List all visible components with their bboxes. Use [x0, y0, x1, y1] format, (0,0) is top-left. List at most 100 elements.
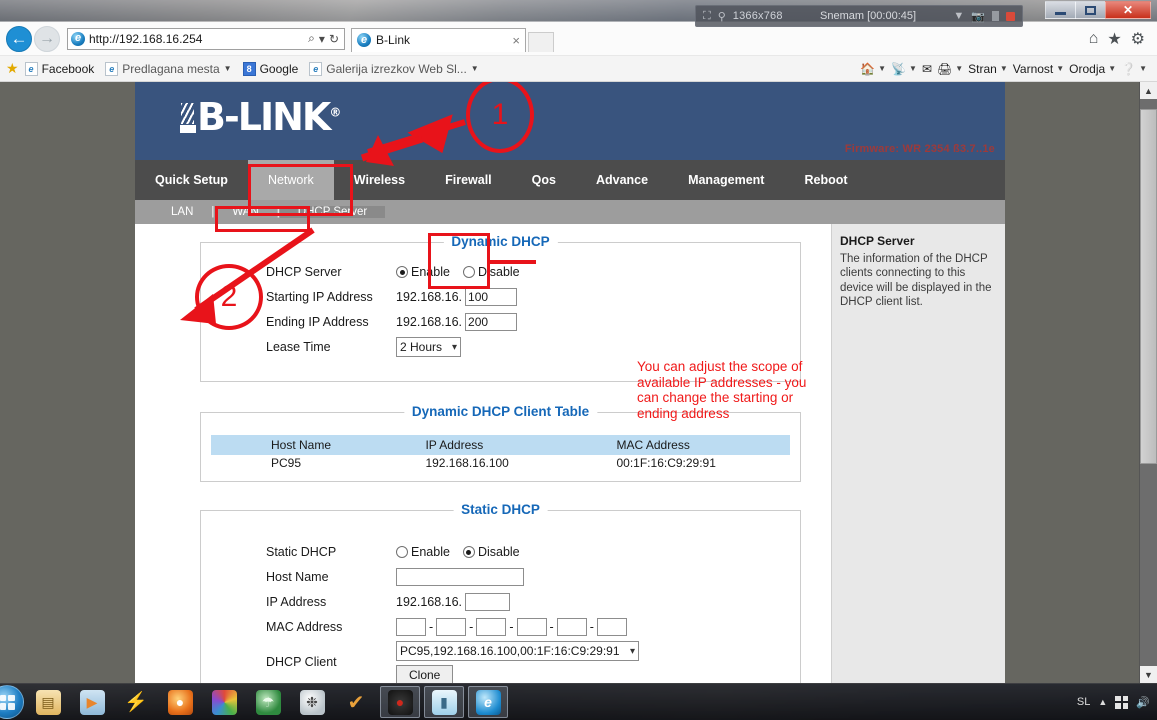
menu-stran[interactable]: Stran ▼ [968, 62, 1008, 76]
radio-dhcp-disable[interactable] [462, 266, 475, 278]
back-button[interactable]: ← [6, 25, 32, 52]
firefox-icon[interactable]: ● [160, 686, 200, 718]
nav-wireless[interactable]: Wireless [334, 160, 425, 200]
page-icon: e [24, 61, 38, 76]
static-ip-input[interactable] [465, 593, 511, 611]
favorite-label: Galerija izrezkov Web Sl... [326, 61, 467, 76]
chevron-down-icon[interactable]: ▼ [1056, 64, 1064, 73]
mac-octet-2[interactable] [436, 618, 467, 636]
close-button[interactable]: ✕ [1105, 1, 1151, 19]
table-header-row: Host Name IP Address MAC Address [211, 435, 790, 455]
vertical-scrollbar[interactable]: ▲ ▼ [1139, 82, 1157, 683]
forward-button[interactable]: → [34, 25, 60, 52]
nav-network[interactable]: Network [247, 160, 334, 200]
static-host-name-input[interactable] [396, 568, 524, 586]
address-bar[interactable]: e http://192.168.16.254 ⌕ ▾ ↻ [67, 27, 345, 50]
tray-language[interactable]: SL [1077, 696, 1090, 708]
subnav-wan[interactable]: WAN [214, 206, 276, 218]
tab-blink[interactable]: e B-Link × [351, 27, 526, 52]
nav-advance[interactable]: Advance [576, 160, 668, 200]
ending-ip-input[interactable]: 200 [465, 313, 518, 331]
mail-button[interactable]: ✉ [922, 62, 932, 76]
help-title: DHCP Server [840, 234, 915, 248]
notepad-icon[interactable]: ▮ [424, 686, 464, 718]
speaker-icon[interactable]: 🔊 [1136, 696, 1150, 709]
chevron-down-icon[interactable]: ▼ [955, 64, 963, 73]
chevron-up-icon[interactable]: ▲ [1098, 697, 1107, 707]
scrollbar-thumb[interactable] [1140, 109, 1157, 464]
screen-recorder-overlay[interactable]: ⛶ ⚲ 1366x768 Snemam [00:00:45] ▼ 📷 [695, 5, 1023, 27]
internet-explorer-icon[interactable]: e [468, 686, 508, 718]
chevron-down-icon[interactable]: ▼ [1139, 64, 1147, 73]
chevron-down-icon[interactable]: ▼ [1000, 64, 1008, 73]
windows-start-icon[interactable] [0, 685, 24, 719]
home-icon[interactable]: ⌂ [1089, 30, 1099, 48]
color-wheel-icon[interactable] [204, 686, 244, 718]
refresh-icon[interactable]: ↻ [327, 32, 341, 46]
starting-ip-input[interactable]: 100 [465, 288, 518, 306]
lease-time-select[interactable]: 2 Hours [396, 337, 461, 357]
chevron-down-icon[interactable]: ▼ [878, 64, 886, 73]
mac-octet-5[interactable] [556, 618, 587, 636]
close-icon[interactable]: × [512, 33, 520, 48]
browser-tools: ⌂ ★ ⚙ [1089, 29, 1151, 49]
leaf-browser-icon[interactable]: ☂ [248, 686, 288, 718]
column-ip-address: IP Address [419, 435, 611, 455]
record-app-icon[interactable]: ● [380, 686, 420, 718]
subnav-dhcp-server[interactable]: DHCP Server [279, 206, 386, 218]
scroll-down-button[interactable]: ▼ [1140, 666, 1157, 683]
feeds-button[interactable]: 📡 ▼ [891, 62, 917, 76]
radio-static-enable[interactable] [396, 546, 408, 558]
media-player-icon[interactable]: ▶ [72, 686, 112, 718]
windows-icon[interactable] [1115, 695, 1129, 709]
nav-qos[interactable]: Qos [512, 160, 576, 200]
favorite-predlagana-mesta[interactable]: e Predlagana mesta ▼ [105, 61, 232, 76]
print-button[interactable]: 🖨 ▼ [937, 62, 963, 76]
checkmark-icon[interactable]: ✔ [336, 686, 376, 718]
add-favorite-icon[interactable]: ★ [6, 60, 19, 77]
chevron-down-icon[interactable]: ▼ [909, 64, 917, 73]
stop-record-icon[interactable] [1006, 11, 1015, 21]
help-button[interactable]: ❔ ▼ [1121, 62, 1147, 76]
mac-octet-4[interactable] [516, 618, 547, 636]
clone-button[interactable]: Clone [396, 665, 454, 683]
scroll-up-button[interactable]: ▲ [1140, 82, 1157, 99]
favorite-galerija[interactable]: e Galerija izrezkov Web Sl... ▼ [309, 61, 479, 76]
camera-icon[interactable]: 📷 [971, 10, 985, 23]
scrollbar-track[interactable] [1140, 99, 1157, 666]
pause-icon[interactable] [992, 11, 999, 21]
cell-mac-address: 00:1F:16:C9:29:91 [616, 456, 716, 470]
mac-octet-3[interactable] [476, 618, 507, 636]
mac-octet-6[interactable] [596, 618, 627, 636]
section-title: Dynamic DHCP [443, 234, 558, 249]
network-tool-icon[interactable]: ❉ [292, 686, 332, 718]
subnav-lan[interactable]: LAN [153, 206, 211, 218]
chevron-down-icon[interactable]: ▼ [224, 64, 232, 73]
chevron-down-icon[interactable]: ▼ [953, 10, 964, 22]
chevron-down-icon[interactable]: ▼ [471, 64, 479, 73]
search-icon[interactable]: ⌕ [306, 31, 317, 46]
star-icon[interactable]: ★ [1107, 29, 1121, 49]
nav-reboot[interactable]: Reboot [784, 160, 867, 200]
nav-management[interactable]: Management [668, 160, 784, 200]
favorite-google[interactable]: 8 Google [242, 61, 298, 76]
menu-varnost[interactable]: Varnost ▼ [1013, 62, 1064, 76]
radio-dhcp-enable[interactable] [396, 266, 408, 278]
minimize-button[interactable] [1045, 1, 1076, 19]
maximize-button[interactable] [1075, 1, 1106, 19]
favorite-facebook[interactable]: e Facebook [24, 61, 94, 76]
nav-quick-setup[interactable]: Quick Setup [135, 160, 248, 200]
chevron-down-icon[interactable]: ▼ [1108, 64, 1116, 73]
radio-static-disable[interactable] [462, 546, 475, 558]
gear-icon[interactable]: ⚙ [1131, 29, 1145, 49]
home-button[interactable]: 🏠 ▼ [860, 62, 886, 76]
new-tab-button[interactable] [528, 31, 554, 52]
menu-orodja[interactable]: Orodja ▼ [1069, 62, 1116, 76]
mac-octet-1[interactable] [396, 618, 426, 636]
nav-firewall[interactable]: Firewall [425, 160, 512, 200]
chevron-down-icon[interactable]: ▾ [317, 32, 327, 46]
dhcp-client-select[interactable]: PC95,192.168.16.100,00:1F:16:C9:29:91 [396, 641, 639, 661]
winamp-icon[interactable]: ⚡ [116, 686, 156, 718]
file-explorer-icon[interactable]: ▤ [28, 686, 68, 718]
field-ending-ip: Ending IP Address 192.168.16. 200 [211, 311, 790, 333]
